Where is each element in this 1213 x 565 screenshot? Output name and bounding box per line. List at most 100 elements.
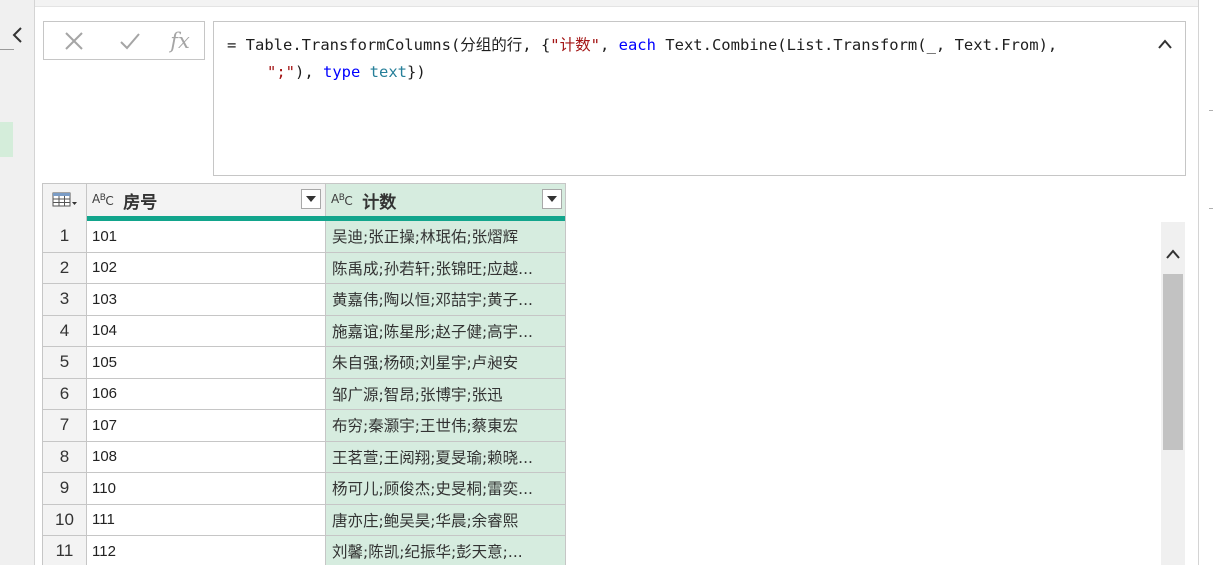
row-index[interactable]: 4 [43,315,87,347]
queries-pane-divider [0,49,14,50]
table-row: 7 107 布穷;秦灏宇;王世伟;蔡東宏 [43,410,565,442]
column-header-room[interactable]: ABC 房号 [87,184,326,216]
chevron-up-icon [1166,249,1180,259]
selected-query-marker[interactable] [0,122,13,157]
table-row: 10 111 唐亦庄;鲍吴昊;华晨;余睿熙 [43,504,565,536]
dropdown-arrow-icon [547,196,557,202]
cell-room[interactable]: 106 [87,378,326,410]
chevron-up-icon [1158,39,1172,49]
chevron-left-icon [12,27,22,43]
cell-count-text: 陈禹成;孙若轩;张锦旺;应越... [332,259,533,278]
table-row: 8 108 王茗萱;王阅翔;夏旻瑜;赖晓... [43,441,565,473]
cell-room[interactable]: 105 [87,347,326,379]
formula-token [360,63,369,81]
row-index[interactable]: 1 [43,221,87,253]
cell-count[interactable]: 唐亦庄;鲍吴昊;华晨;余睿熙 [326,504,565,536]
table-row: 2 102 陈禹成;孙若轩;张锦旺;应越... [43,252,565,284]
scroll-thumb[interactable] [1163,274,1183,450]
formula-line-2: ";"), type text}) [227,63,426,81]
table-row: 5 105 朱自强;杨硕;刘星宇;卢昶安 [43,347,565,379]
cell-count[interactable]: 朱自强;杨硕;刘星宇;卢昶安 [326,347,565,379]
row-index[interactable]: 8 [43,441,87,473]
table-row: 3 103 黄嘉伟;陶以恒;邓喆宇;黄子... [43,284,565,316]
dropdown-arrow-icon [306,196,316,202]
pane-divider-tick [1209,110,1213,111]
formula-token-keyword: type [323,63,361,81]
insert-function-button[interactable]: fx [158,22,202,59]
formula-token-keyword: each [618,36,656,54]
cell-count-text: 唐亦庄;鲍吴昊;华晨;余睿熙 [332,511,519,530]
ribbon-edge [35,0,1213,7]
collapse-queries-button[interactable] [6,22,28,48]
cell-count[interactable]: 黄嘉伟;陶以恒;邓喆宇;黄子... [326,284,565,316]
table-row: 4 104 施嘉谊;陈星彤;赵子健;高宇... [43,315,565,347]
column-filter-dropdown[interactable] [301,189,321,209]
table-row: 1 101 吴迪;张正操;林珉佑;张熠辉 [43,221,565,253]
cell-count[interactable]: 布穷;秦灏宇;王世伟;蔡東宏 [326,410,565,442]
cell-count-text: 施嘉谊;陈星彤;赵子健;高宇... [332,322,533,341]
row-index[interactable]: 11 [43,536,87,565]
table-row: 9 110 杨可儿;顾俊杰;史旻桐;雷奕... [43,473,565,505]
cell-count[interactable]: 刘馨;陈凯;纪振华;彭天意;... [326,536,565,565]
row-index[interactable]: 5 [43,347,87,379]
row-index[interactable]: 9 [43,473,87,505]
column-name: 计数 [362,192,397,212]
pane-divider-tick [1209,208,1213,209]
formula-buttons: fx [43,21,205,60]
cancel-formula-button[interactable] [52,22,96,59]
table-icon [52,192,77,207]
formula-token: , [599,36,619,54]
cell-room[interactable]: 104 [87,315,326,347]
cell-room[interactable]: 112 [87,536,326,565]
cell-count[interactable]: 杨可儿;顾俊杰;史旻桐;雷奕... [326,473,565,505]
cell-count[interactable]: 吴迪;张正操;林珉佑;张熠辉 [326,221,565,253]
vertical-scrollbar[interactable] [1161,222,1185,565]
cell-room[interactable]: 111 [87,504,326,536]
cell-room[interactable]: 108 [87,441,326,473]
data-grid: ABC 房号 ABC 计数 1 101 吴迪;张正操;林珉佑;张熠辉 2 102 陈禹成;… [42,183,566,565]
formula-editor[interactable]: = Table.TransformColumns(分组的行, {"计数", ea… [213,21,1186,176]
power-query-editor: fx = Table.TransformColumns(分组的行, {"计数",… [0,0,1213,565]
cell-room[interactable]: 107 [87,410,326,442]
column-header-count[interactable]: ABC 计数 [326,184,565,216]
cell-room[interactable]: 103 [87,284,326,316]
text-type-icon[interactable]: ABC [331,192,353,208]
table-row: 11 112 刘馨;陈凯;纪振华;彭天意;... [43,536,565,565]
cell-room[interactable]: 102 [87,252,326,284]
column-filter-dropdown[interactable] [542,189,562,209]
row-index[interactable]: 2 [43,252,87,284]
table-menu-button[interactable] [43,184,87,216]
check-icon [120,32,140,49]
cell-count-text: 邹广源;智昂;张博宇;张迅 [332,385,503,404]
cell-count[interactable]: 邹广源;智昂;张博宇;张迅 [326,378,565,410]
close-icon [65,31,83,50]
row-index[interactable]: 7 [43,410,87,442]
column-name: 房号 [123,192,158,212]
formula-text[interactable]: = Table.TransformColumns(分组的行, {"计数", ea… [227,32,1127,86]
text-type-icon[interactable]: ABC [92,193,114,207]
formula-token: = Table.TransformColumns(分组的行, { [227,36,551,54]
cell-count-text: 朱自强;杨硕;刘星宇;卢昶安 [332,354,519,373]
cell-room[interactable]: 101 [87,221,326,253]
cell-count-text: 黄嘉伟;陶以恒;邓喆宇;黄子... [332,291,533,310]
formula-token: }) [407,63,426,81]
grid-rows: 1 101 吴迪;张正操;林珉佑;张熠辉 2 102 陈禹成;孙若轩;张锦旺;应越... 3… [43,221,565,565]
row-index[interactable]: 10 [43,504,87,536]
type-label: ABC [331,192,353,208]
cell-count-text: 吴迪;张正操;林珉佑;张熠辉 [332,228,519,247]
cell-count-text: 刘馨;陈凯;纪振华;彭天意;... [332,543,523,562]
cell-room[interactable]: 110 [87,473,326,505]
row-index[interactable]: 6 [43,378,87,410]
queries-pane-collapsed [0,0,35,565]
row-index[interactable]: 3 [43,284,87,316]
formula-token-string: "计数" [550,36,600,54]
formula-token: Text.Combine(List.Transform(_, Text.From… [655,36,1058,54]
commit-formula-button[interactable] [108,22,152,59]
cell-count[interactable]: 陈禹成;孙若轩;张锦旺;应越... [326,252,565,284]
cell-count[interactable]: 施嘉谊;陈星彤;赵子健;高宇... [326,315,565,347]
scroll-up-button[interactable] [1161,242,1185,266]
collapse-formula-button[interactable] [1155,34,1175,54]
formula-token-type: text [369,63,407,81]
cell-count-text: 杨可儿;顾俊杰;史旻桐;雷奕... [332,480,533,499]
cell-count[interactable]: 王茗萱;王阅翔;夏旻瑜;赖晓... [326,441,565,473]
